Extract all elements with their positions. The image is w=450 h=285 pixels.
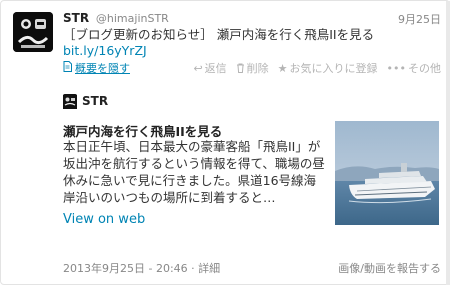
trash-icon (236, 63, 245, 73)
tweet-header: STR @himajinSTR 9月25日 (63, 11, 441, 27)
collapse-summary-link[interactable]: 概要を隠す (63, 60, 130, 76)
footer-separator: · (187, 262, 199, 275)
tweet-actions: 概要を隠す ↩ 返信 削除 ★ お気に入りに登録 ••• その他 (63, 60, 441, 76)
avatar[interactable] (13, 12, 53, 52)
more-button[interactable]: ••• その他 (387, 60, 441, 76)
tweet-action-buttons: ↩ 返信 削除 ★ お気に入りに登録 ••• その他 (193, 60, 441, 76)
details-link[interactable]: 詳細 (198, 262, 220, 275)
ellipsis-icon: ••• (386, 61, 406, 75)
reply-label: 返信 (204, 62, 227, 75)
reply-icon: ↩ (193, 61, 203, 75)
document-icon (63, 61, 72, 75)
card-description: 本日正午頃、日本最大の豪華客船「飛鳥II」が坂出沖を航行するという情報を得て、職… (63, 139, 325, 205)
tweet-footer: 2013年9月25日 - 20:46 · 詳細 画像/動画を報告する (63, 260, 441, 276)
report-media-link[interactable]: 画像/動画を報告する (338, 260, 441, 276)
scrollbar[interactable] (446, 1, 450, 285)
tweet-card: STR @himajinSTR 9月25日 ［ブログ更新のお知らせ］ 瀬戸内海を… (0, 0, 450, 285)
card-thumbnail[interactable] (335, 121, 439, 225)
card-brand[interactable]: STR (63, 93, 108, 109)
collapse-summary-label: 概要を隠す (75, 62, 130, 75)
star-icon: ★ (277, 61, 288, 75)
more-label: その他 (408, 62, 441, 75)
user-handle[interactable]: @himajinSTR (96, 12, 169, 25)
user-fullname[interactable]: STR (63, 11, 89, 25)
tweet-text: ［ブログ更新のお知らせ］ 瀬戸内海を行く飛鳥IIを見る (63, 27, 375, 42)
delete-label: 削除 (246, 62, 269, 75)
brand-name: STR (82, 94, 109, 108)
view-on-web-link[interactable]: View on web (63, 212, 145, 227)
favorite-button[interactable]: ★ お気に入りに登録 (278, 60, 378, 76)
favorite-label: お気に入りに登録 (289, 62, 378, 75)
tweet-link[interactable]: bit.ly/16yYrZJ (63, 42, 147, 59)
tweet-date[interactable]: 9月25日 (398, 11, 441, 27)
timestamp[interactable]: 2013年9月25日 - 20:46 (63, 262, 188, 275)
reply-button[interactable]: ↩ 返信 (193, 60, 226, 76)
brand-logo-icon (63, 94, 77, 109)
delete-button[interactable]: 削除 (236, 60, 269, 76)
